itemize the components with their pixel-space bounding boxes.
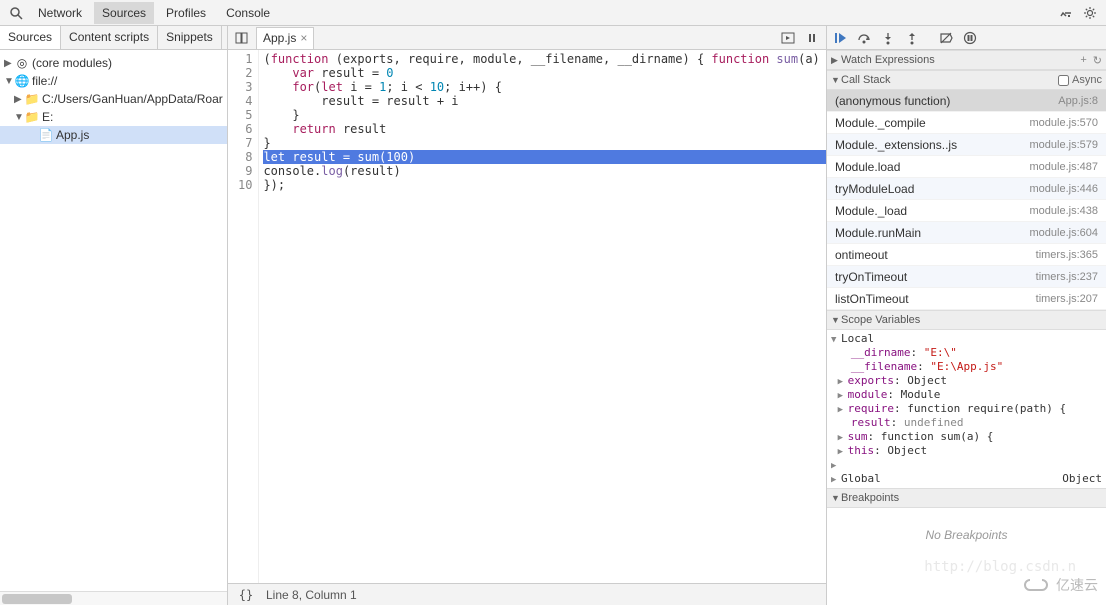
folder-icon: 📁 [24,110,40,124]
globe-icon: 🌐 [14,74,30,88]
run-icon[interactable] [778,28,798,48]
code-line: return result [263,122,826,136]
code-line: result = result + i [263,94,826,108]
chevron-right-icon: ▶ [14,94,24,105]
pause-mini-icon[interactable] [802,28,822,48]
callstack-frame[interactable]: listOnTimeouttimers.js:207 [827,288,1106,310]
tab-sources[interactable]: Sources [94,2,154,24]
left-tab-sources[interactable]: Sources [0,26,61,49]
left-tab-content-scripts[interactable]: Content scripts [61,26,158,49]
folder-icon: 📁 [24,92,40,106]
callstack-list: (anonymous function)App.js:8 Module._com… [827,90,1106,310]
line-gutter: 12345 678910 [228,50,259,583]
chevron-right-icon: ▶ [4,58,14,69]
close-icon[interactable]: × [300,31,307,45]
chevron-right-icon: ▶ [831,55,841,66]
async-checkbox[interactable]: Async [1058,74,1102,86]
deactivate-breakpoints-icon[interactable] [935,28,957,48]
file-tab-label: App.js [263,31,296,45]
cursor-position: Line 8, Column 1 [266,588,357,602]
step-out-icon[interactable] [901,28,923,48]
section-callstack[interactable]: ▼ Call Stack Async [827,70,1106,90]
callstack-frame[interactable]: Module._compilemodule.js:570 [827,112,1106,134]
code-line: console.log(result) [263,164,826,178]
add-icon[interactable]: + [1080,54,1086,66]
scope-body: ▼Local __dirname: "E:\" __filename: "E:\… [827,330,1106,488]
left-scrollbar[interactable] [0,591,227,605]
step-into-icon[interactable] [877,28,899,48]
callstack-frame[interactable]: ontimeouttimers.js:365 [827,244,1106,266]
chevron-down-icon: ▼ [831,315,841,325]
nav-toggle-icon[interactable] [232,28,252,48]
tab-network[interactable]: Network [30,2,90,24]
file-tab-app-js[interactable]: App.js × [256,27,314,49]
callstack-frame[interactable]: (anonymous function)App.js:8 [827,90,1106,112]
code-line: for(let i = 1; i < 10; i++) { [263,80,826,94]
callstack-frame[interactable]: Module._loadmodule.js:438 [827,200,1106,222]
section-scope[interactable]: ▼ Scope Variables [827,310,1106,330]
code-editor[interactable]: 12345 678910 (function (exports, require… [228,50,826,583]
callstack-frame[interactable]: tryModuleLoadmodule.js:446 [827,178,1106,200]
chevron-down-icon: ▼ [831,75,841,85]
resume-icon[interactable] [829,28,851,48]
code-line: (function (exports, require, module, __f… [263,52,826,66]
callstack-frame[interactable]: Module.loadmodule.js:487 [827,156,1106,178]
pause-on-exceptions-icon[interactable] [959,28,981,48]
callstack-frame[interactable]: Module._extensions..jsmodule.js:579 [827,134,1106,156]
section-watch[interactable]: ▶ Watch Expressions + ↻ [827,50,1106,70]
callstack-frame[interactable]: tryOnTimeouttimers.js:237 [827,266,1106,288]
drawer-icon[interactable] [1056,3,1076,23]
gear-icon[interactable] [1080,3,1100,23]
file-tree[interactable]: ▶ ◎ (core modules) ▼ 🌐 file:// ▶ 📁 C:/Us… [0,50,227,591]
section-breakpoints[interactable]: ▼ Breakpoints [827,488,1106,508]
code-line: } [263,136,826,150]
tree-core-modules[interactable]: ▶ ◎ (core modules) [0,54,227,72]
no-breakpoints-message: No Breakpoints [827,508,1106,582]
tree-file-app-js[interactable]: 📄 App.js [0,126,227,144]
code-line-current: let result = sum(100) [263,150,826,164]
chevron-down-icon: ▼ [14,112,24,123]
tab-profiles[interactable]: Profiles [158,2,214,24]
circle-icon: ◎ [14,56,30,70]
search-icon[interactable] [6,3,26,23]
step-over-icon[interactable] [853,28,875,48]
tree-folder-e[interactable]: ▼ 📁 E: [0,108,227,126]
chevron-down-icon: ▼ [831,493,841,503]
refresh-icon[interactable]: ↻ [1093,54,1102,67]
left-tab-snippets[interactable]: Snippets [158,26,222,49]
code-line: } [263,108,826,122]
tree-folder-c[interactable]: ▶ 📁 C:/Users/GanHuan/AppData/Roar [0,90,227,108]
chevron-down-icon: ▼ [4,76,14,87]
code-line: var result = 0 [263,66,826,80]
braces-icon[interactable]: {} [236,585,256,605]
code-line: }); [263,178,826,192]
code-area[interactable]: (function (exports, require, module, __f… [259,50,826,583]
tab-console[interactable]: Console [218,2,278,24]
file-icon: 📄 [38,128,54,142]
callstack-frame[interactable]: Module.runMainmodule.js:604 [827,222,1106,244]
tree-file-scheme[interactable]: ▼ 🌐 file:// [0,72,227,90]
